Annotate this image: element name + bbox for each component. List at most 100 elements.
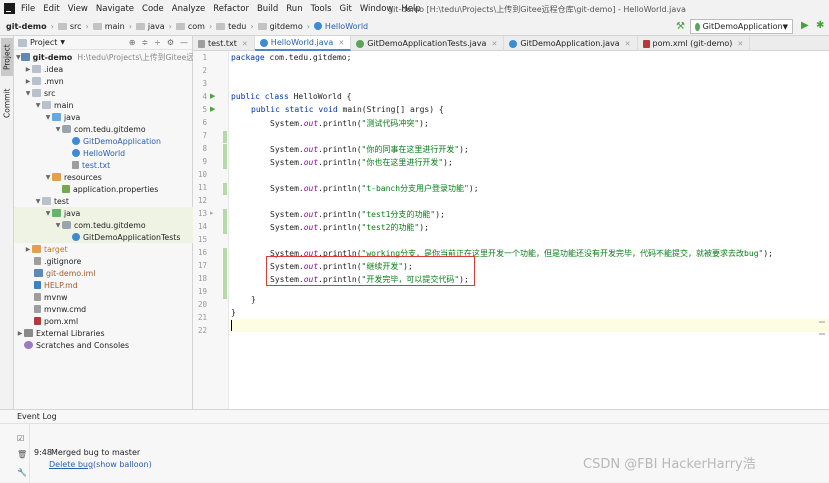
class-icon bbox=[259, 38, 268, 47]
scrollbar-marker[interactable] bbox=[819, 321, 825, 323]
tree-item-mvnw-cmd[interactable]: mvnw.cmd bbox=[14, 303, 193, 315]
crumb-separator: › bbox=[85, 21, 89, 31]
vcs-change-marker[interactable] bbox=[223, 209, 227, 234]
crumb-separator: › bbox=[128, 21, 132, 31]
close-icon[interactable]: ✕ bbox=[242, 40, 248, 48]
commit-tool-tab[interactable]: Commit bbox=[1, 84, 13, 122]
run-class-icon[interactable]: ▶ bbox=[210, 92, 215, 100]
tab-test-txt[interactable]: test.txt ✕ bbox=[193, 36, 255, 51]
scrollbar-marker[interactable] bbox=[819, 333, 825, 335]
tree-item-resources[interactable]: ▼ resources bbox=[14, 171, 193, 183]
tree-item-gitignore[interactable]: .gitignore bbox=[14, 255, 193, 267]
line-number: 7 bbox=[202, 131, 207, 140]
tree-item-test-txt[interactable]: test.txt bbox=[14, 159, 193, 171]
tree-item-help-md[interactable]: HELP.md bbox=[14, 279, 193, 291]
tree-item-gitdemoapplicationtests[interactable]: GitDemoApplicationTests bbox=[14, 231, 193, 243]
tree-item-application-properties[interactable]: application.properties bbox=[14, 183, 193, 195]
menu-navigate[interactable]: Navigate bbox=[96, 4, 134, 14]
tree-item-label: HelloWorld bbox=[83, 148, 126, 158]
vcs-change-marker[interactable] bbox=[223, 131, 227, 143]
spring-app-icon bbox=[695, 22, 700, 31]
tree-item-package[interactable]: ▼ com.tedu.gitdemo bbox=[14, 123, 193, 135]
tree-item-test-java[interactable]: ▼ java bbox=[14, 207, 193, 219]
close-icon[interactable]: ✕ bbox=[625, 40, 631, 48]
crumb-src[interactable]: src bbox=[57, 22, 82, 31]
delete-bug-link[interactable]: Delete bug bbox=[49, 460, 93, 469]
tree-item-label: main bbox=[54, 100, 74, 110]
menu-tools[interactable]: Tools bbox=[311, 4, 332, 14]
trash-icon[interactable]: 🗑 bbox=[17, 450, 27, 459]
mark-read-icon[interactable]: ☑ bbox=[17, 434, 24, 443]
locate-icon[interactable]: ⊕ bbox=[129, 38, 136, 47]
crumb-helloworld[interactable]: HelloWorld bbox=[313, 22, 368, 31]
wrench-icon[interactable]: 🔧 bbox=[17, 468, 27, 477]
tree-item-idea[interactable]: ▶ .idea bbox=[14, 63, 193, 75]
close-icon[interactable]: ✕ bbox=[338, 39, 344, 47]
crumb-gitdemo[interactable]: gitdemo bbox=[257, 22, 303, 31]
fold-icon[interactable]: ▸ bbox=[210, 209, 214, 217]
tree-item-project-root[interactable]: ▼ git-demo H:\tedu\Projects\上传到Gitee远程仓 bbox=[14, 51, 193, 63]
tree-item-src[interactable]: ▼ src bbox=[14, 87, 193, 99]
tree-item-pom[interactable]: pom.xml bbox=[14, 315, 193, 327]
vcs-change-marker[interactable] bbox=[223, 183, 227, 195]
code-token: out bbox=[303, 158, 319, 167]
menu-code[interactable]: Code bbox=[142, 4, 164, 14]
code-token: System. bbox=[270, 184, 304, 193]
chevron-down-icon[interactable]: ▼ bbox=[60, 39, 65, 46]
line-number: 22 bbox=[197, 326, 207, 335]
menu-file[interactable]: File bbox=[21, 4, 35, 14]
menu-analyze[interactable]: Analyze bbox=[172, 4, 206, 14]
menu-run[interactable]: Run bbox=[286, 4, 302, 14]
tree-item-target[interactable]: ▶ target bbox=[14, 243, 193, 255]
run-main-icon[interactable]: ▶ bbox=[210, 105, 215, 113]
show-balloon-link[interactable]: (show balloon) bbox=[93, 460, 152, 469]
code-editor[interactable]: package com.tedu.gitdemo; public class H… bbox=[229, 51, 829, 409]
tree-item-mvnw[interactable]: mvnw bbox=[14, 291, 193, 303]
menu-build[interactable]: Build bbox=[257, 4, 278, 14]
debug-icon[interactable]: ✱ bbox=[816, 20, 824, 31]
tree-item-gitdemoapplication[interactable]: GitDemoApplication bbox=[14, 135, 193, 147]
tab-helloworld[interactable]: HelloWorld.java ✕ bbox=[254, 36, 352, 51]
tree-item-mvn[interactable]: ▶ .mvn bbox=[14, 75, 193, 87]
folder-icon bbox=[92, 22, 102, 30]
tab-gitdemoapplicationtests[interactable]: GitDemoApplicationTests.java ✕ bbox=[351, 36, 505, 51]
tree-item-test[interactable]: ▼ test bbox=[14, 195, 193, 207]
run-icon[interactable]: ▶ bbox=[801, 20, 809, 31]
tree-item-external-libraries[interactable]: ▶ External Libraries bbox=[14, 327, 193, 339]
collapse-all-icon[interactable]: ≑ bbox=[141, 38, 148, 47]
crumb-main[interactable]: main bbox=[92, 22, 125, 31]
close-icon[interactable]: ✕ bbox=[737, 40, 743, 48]
project-tool-tab[interactable]: Project bbox=[1, 38, 13, 76]
vcs-change-marker[interactable] bbox=[223, 144, 227, 169]
gear-icon[interactable]: ⚙ bbox=[167, 38, 174, 47]
menu-git[interactable]: Git bbox=[340, 4, 352, 14]
editor-gutter[interactable]: 1 2 3 4 5 6 7 8 9 10 11 12 13 14 15 16 1… bbox=[193, 51, 229, 409]
menu-edit[interactable]: Edit bbox=[43, 4, 59, 14]
crumb-java[interactable]: java bbox=[135, 22, 165, 31]
crumb-com[interactable]: com bbox=[175, 22, 205, 31]
tab-gitdemoapplication[interactable]: GitDemoApplication.java ✕ bbox=[504, 36, 638, 51]
menu-refactor[interactable]: Refactor bbox=[213, 4, 249, 14]
crumb-project[interactable]: git-demo bbox=[6, 22, 47, 31]
tree-item-main[interactable]: ▼ main bbox=[14, 99, 193, 111]
close-icon[interactable]: ✕ bbox=[491, 40, 497, 48]
tree-item-scratches[interactable]: Scratches and Consoles bbox=[14, 339, 193, 351]
tree-item-helloworld[interactable]: HelloWorld bbox=[14, 147, 193, 159]
line-number: 16 bbox=[197, 248, 207, 257]
menu-view[interactable]: View bbox=[68, 4, 88, 14]
tree-item-iml[interactable]: git-demo.iml bbox=[14, 267, 193, 279]
build-hammer-icon[interactable]: ⚒ bbox=[676, 21, 685, 32]
test-class-icon bbox=[72, 233, 80, 241]
expand-all-icon[interactable]: ÷ bbox=[154, 38, 161, 47]
code-token: System. bbox=[270, 119, 304, 128]
run-configuration-select[interactable]: GitDemoApplication ▼ bbox=[690, 19, 793, 34]
project-panel-title[interactable]: Project bbox=[30, 38, 57, 47]
tree-item-label: git-demo bbox=[32, 52, 73, 62]
vcs-change-marker[interactable] bbox=[223, 248, 227, 299]
minimize-icon[interactable]: — bbox=[180, 38, 188, 47]
crumb-tedu[interactable]: tedu bbox=[216, 22, 246, 31]
tab-pom[interactable]: pom.xml (git-demo) ✕ bbox=[638, 36, 751, 51]
tree-item-java[interactable]: ▼ java bbox=[14, 111, 193, 123]
tree-item-test-package[interactable]: ▼ com.tedu.gitdemo bbox=[14, 219, 193, 231]
event-log-title[interactable]: Event Log bbox=[17, 412, 57, 421]
